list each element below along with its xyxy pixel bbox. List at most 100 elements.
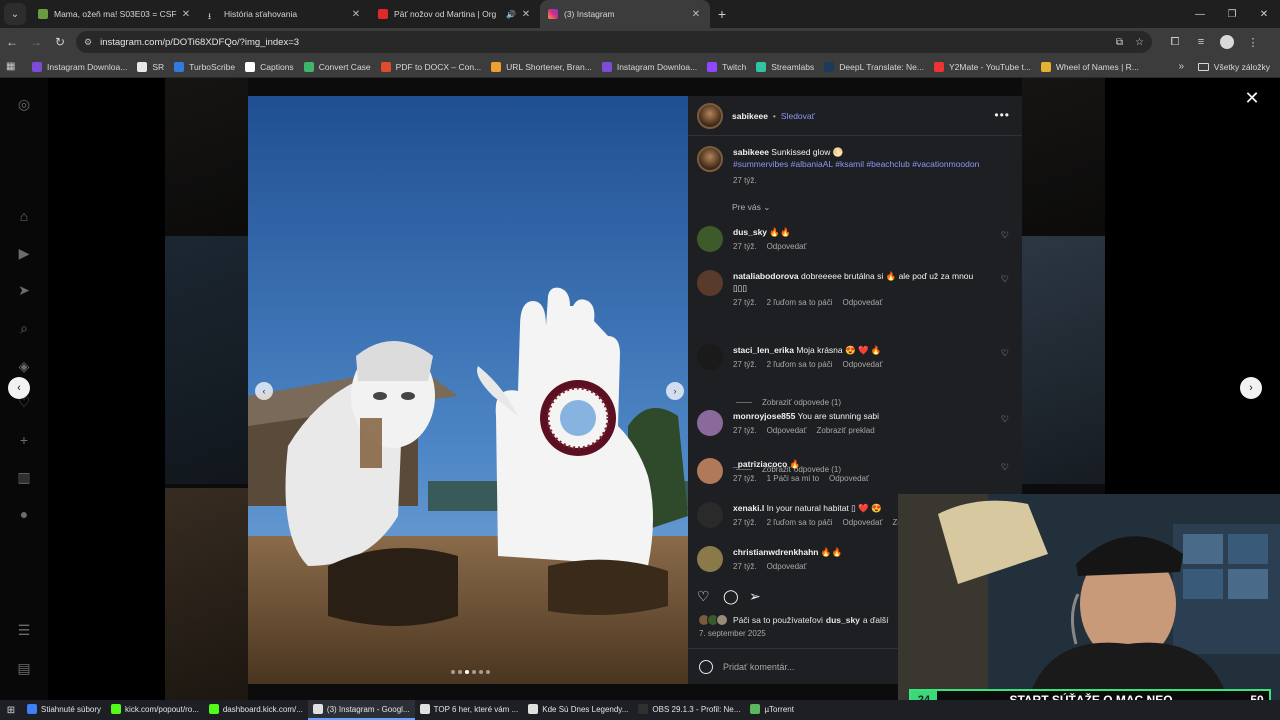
menu-icon[interactable]: ⋮: [1240, 36, 1266, 49]
commenter-avatar[interactable]: [697, 344, 723, 370]
all-bookmarks[interactable]: Všetky záložky: [1197, 62, 1270, 72]
forward-icon[interactable]: →: [24, 30, 48, 54]
home-icon[interactable]: ⌂: [14, 206, 34, 226]
browser-tab-3[interactable]: Päť nožov od Martina | Org 🔊 ✕: [370, 0, 540, 28]
taskbar-item[interactable]: Stiahnuté súbory: [22, 700, 106, 720]
extensions-icon[interactable]: ⧠: [1162, 36, 1188, 49]
reply-button[interactable]: Odpovedať: [767, 426, 807, 435]
more-menu-icon[interactable]: ☰: [14, 620, 34, 640]
dashboard-icon[interactable]: ▥: [14, 467, 34, 487]
close-icon[interactable]: ✕: [520, 9, 532, 20]
carousel-prev-button[interactable]: ‹: [255, 382, 273, 400]
search-icon[interactable]: ⌕: [14, 318, 34, 338]
close-modal-icon[interactable]: ✕: [1242, 88, 1262, 108]
reply-button[interactable]: Odpovedať: [843, 298, 883, 307]
bookmark-item[interactable]: Captions: [245, 61, 294, 72]
comment-username[interactable]: christianwdrenkhahn: [733, 547, 819, 557]
commenter-avatar[interactable]: [697, 270, 723, 296]
apps-grid-icon[interactable]: ▦: [6, 61, 22, 72]
comment-like-heart-icon[interactable]: ♡: [1001, 462, 1009, 473]
reply-button[interactable]: Odpovedať: [767, 562, 807, 571]
media-controls-icon[interactable]: ≡: [1188, 36, 1214, 48]
browser-tab-1[interactable]: Mama, ožeň ma! S03E03 = CSF ✕: [30, 0, 200, 28]
comment-like-heart-icon[interactable]: ♡: [1001, 274, 1009, 285]
comment-icon[interactable]: ◯: [723, 588, 749, 605]
post-photo[interactable]: ‹ ›: [248, 96, 688, 684]
bookmark-star-icon[interactable]: ☆: [1135, 37, 1144, 48]
next-post-button[interactable]: ›: [1240, 377, 1262, 399]
comment-sort-dropdown[interactable]: Pre vás ⌄: [732, 202, 770, 213]
close-icon[interactable]: ✕: [180, 9, 192, 20]
bookmark-item[interactable]: Instagram Downloa...: [32, 61, 127, 72]
taskbar-item[interactable]: µTorrent: [745, 700, 799, 720]
bookmark-item[interactable]: Twitch: [707, 61, 746, 72]
caption-username[interactable]: sabikeee: [733, 147, 769, 157]
more-bookmarks-icon[interactable]: »: [1178, 61, 1184, 72]
tab-search-button[interactable]: ⌄: [4, 3, 26, 25]
likes-summary[interactable]: Páči sa to používateľovi dus_sky a ďalší: [698, 614, 888, 626]
install-app-icon[interactable]: ⧉: [1116, 37, 1123, 48]
close-window-icon[interactable]: ✕: [1248, 0, 1280, 28]
minimize-icon[interactable]: —: [1184, 0, 1216, 28]
new-tab-button[interactable]: +: [710, 0, 734, 28]
commenter-avatar[interactable]: [697, 458, 723, 484]
create-icon[interactable]: +: [14, 430, 34, 450]
bookmark-item[interactable]: Streamlabs: [756, 61, 814, 72]
bookmark-item[interactable]: Y2Mate - YouTube t...: [934, 61, 1031, 72]
previous-post-button[interactable]: ‹: [8, 377, 30, 399]
also-from-meta-icon[interactable]: ▤: [14, 658, 34, 678]
caption-hashtags[interactable]: #summervibes #albaniaAL #ksamil #beachcl…: [733, 158, 993, 170]
commenter-avatar[interactable]: [697, 410, 723, 436]
bookmark-item[interactable]: PDF to DOCX – Con...: [380, 61, 481, 72]
profile-icon[interactable]: ●: [14, 504, 34, 524]
speaker-icon[interactable]: 🔊: [506, 10, 516, 19]
emoji-icon[interactable]: [699, 659, 713, 674]
comment-username[interactable]: staci_len_erika: [733, 345, 794, 355]
browser-tab-2[interactable]: ⭳ História sťahovania ✕: [200, 0, 370, 28]
reply-button[interactable]: Odpovedať: [767, 242, 807, 251]
address-bar[interactable]: ⚙ instagram.com/p/DOTi68XDFQo/?img_index…: [76, 31, 1152, 53]
messages-icon[interactable]: ➤: [14, 280, 34, 300]
reply-button[interactable]: Odpovedať: [843, 518, 883, 527]
comment-username[interactable]: xenaki.l: [733, 503, 764, 513]
like-heart-icon[interactable]: ♡: [697, 588, 723, 605]
carousel-next-button[interactable]: ›: [666, 382, 684, 400]
comment-likes[interactable]: 2 ľuďom sa to páči: [767, 298, 833, 307]
commenter-avatar[interactable]: [697, 502, 723, 528]
bookmark-item[interactable]: Instagram Downloa...: [601, 61, 697, 72]
taskbar-item[interactable]: kick.com/popout/ro...: [106, 700, 204, 720]
bookmark-item[interactable]: DeepL Translate: Ne...: [824, 61, 924, 72]
back-icon[interactable]: ←: [0, 30, 24, 54]
taskbar-item[interactable]: (3) Instagram - Googl...: [307, 700, 415, 720]
reply-button[interactable]: Odpovedať: [843, 360, 883, 369]
restore-icon[interactable]: ❐: [1216, 0, 1248, 28]
comment-like-heart-icon[interactable]: ♡: [1001, 414, 1009, 425]
author-avatar[interactable]: [697, 146, 723, 172]
comment-username[interactable]: dus_sky: [733, 227, 767, 237]
see-translation-button[interactable]: Zobraziť preklad: [817, 426, 875, 435]
taskbar-item[interactable]: TOP 6 her, které vám ...: [415, 700, 524, 720]
comment-likes[interactable]: 2 ľuďom sa to páči: [767, 360, 833, 369]
comment-like-heart-icon[interactable]: ♡: [1001, 348, 1009, 359]
reload-icon[interactable]: ↻: [48, 30, 72, 54]
share-icon[interactable]: ➢: [749, 588, 775, 605]
taskbar-item[interactable]: Kde Sú Dnes Legendy...: [523, 700, 633, 720]
comment-likes[interactable]: 2 ľuďom sa to páči: [767, 518, 833, 527]
site-info-icon[interactable]: ⚙: [84, 37, 92, 48]
profile-avatar[interactable]: [1220, 35, 1234, 49]
commenter-avatar[interactable]: [697, 226, 723, 252]
browser-tab-4[interactable]: (3) Instagram ✕: [540, 0, 710, 28]
comment-username[interactable]: nataliabodorova: [733, 271, 799, 281]
likes-username[interactable]: dus_sky: [826, 615, 860, 625]
comment-like-heart-icon[interactable]: ♡: [1001, 230, 1009, 241]
bookmark-item[interactable]: URL Shortener, Bran...: [491, 61, 592, 72]
bookmark-item[interactable]: TurboScribe: [174, 61, 235, 72]
reels-icon[interactable]: ▶: [14, 243, 34, 263]
windows-start-icon[interactable]: ⊞: [0, 705, 22, 716]
close-icon[interactable]: ✕: [690, 9, 702, 20]
bookmark-item[interactable]: Wheel of Names | R...: [1040, 61, 1139, 72]
follow-button[interactable]: Sledovať: [781, 111, 815, 121]
author-username[interactable]: sabikeee: [732, 111, 768, 121]
commenter-avatar[interactable]: [697, 546, 723, 572]
explore-icon[interactable]: ◈: [14, 356, 34, 376]
